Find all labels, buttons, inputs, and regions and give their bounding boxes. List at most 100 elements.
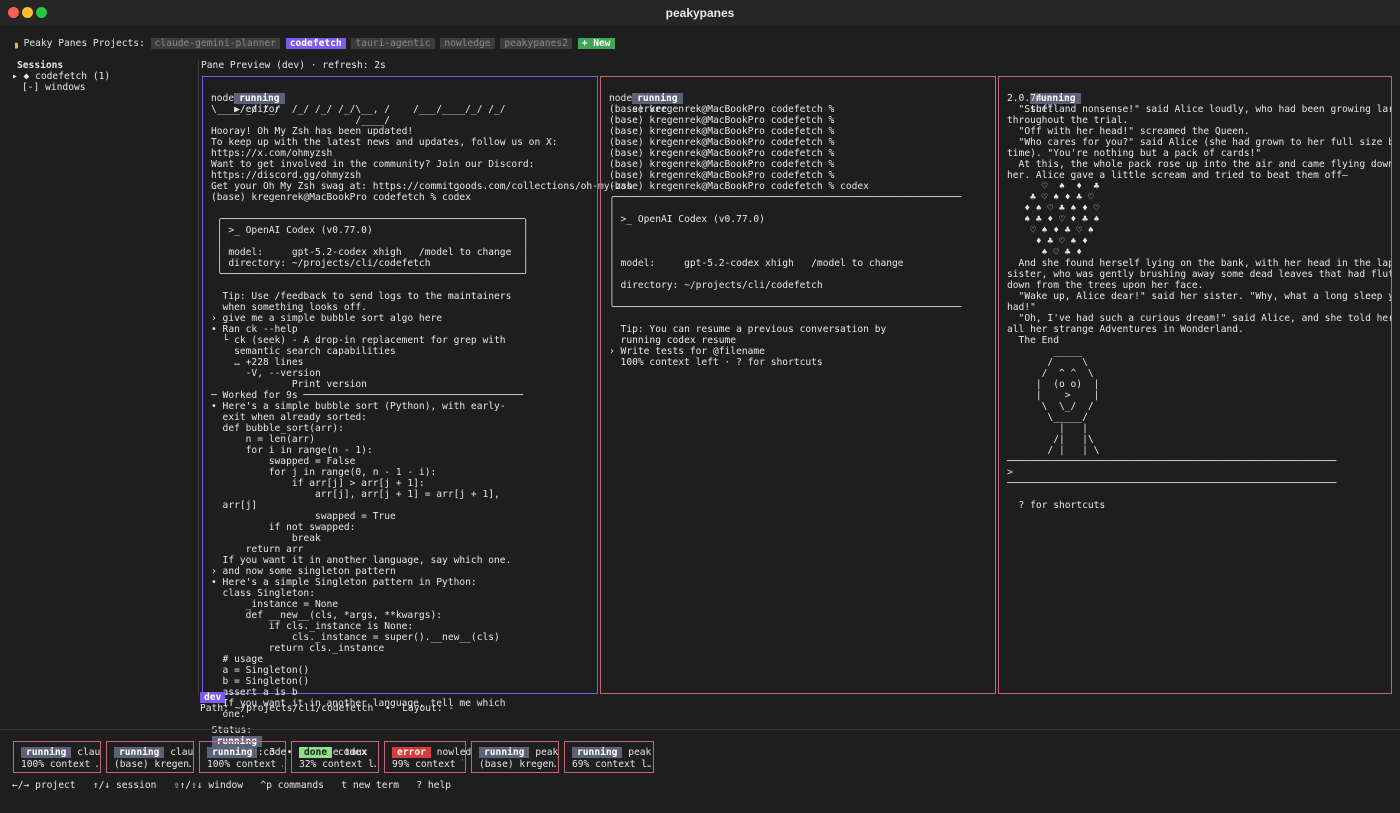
terminal-line: return cls._instance [211,643,385,654]
terminal-line: … +228 lines [211,357,304,368]
terminal-line: /| |\ [1007,434,1094,445]
terminal-line: └ ck (seek) - A drop-in replacement for … [211,335,506,346]
terminal-line: "Off with her head!" screamed the Queen. [1007,126,1250,137]
terminal-line: ────────────────────────────────────────… [1007,456,1337,467]
terminal-line: return arr [211,544,304,555]
terminal-line: (base) kregenrek@MacBookPro codefetch % … [609,181,869,192]
project-tabs: claude-gemini-planner codefetch tauri-ag… [150,38,578,49]
project-tab-tauri-agentic[interactable]: tauri-agentic [351,38,435,49]
terminal-line: │ [609,269,615,280]
terminal-line: │ directory: ~/projects/cli/codefetch │ [211,258,529,269]
terminal-line: cls._instance = super().__new__(cls) [211,632,500,643]
terminal-line: ♦ ♠ ♡ ♣ ♠ ♦ ♡ [1007,203,1100,214]
terminal-line: Get your Oh My Zsh swag at: https://comm… [211,181,633,192]
terminal-line: def bubble_sort(arr): [211,423,344,434]
terminal-line: To keep up with the latest news and upda… [211,137,558,148]
project-tab-codefetch[interactable]: codefetch [285,38,346,49]
pane-output: node (base) kregenrek@MacBookPro codefetc… [609,93,961,368]
sidebar-divider [198,60,199,695]
pane-card[interactable]: error nowled99% context l… [384,741,471,773]
terminal-line: if arr[j] > arr[j + 1]: [211,478,425,489]
project-tab-nowledge[interactable]: nowledge [440,38,495,49]
pane-editor[interactable]: running ▶ editor node \____/_/ /_/ /_/ /_… [202,76,633,720]
terminal-line: node [609,93,633,104]
terminal-line: │ [609,291,615,302]
terminal-line: • Here's a simple Singleton pattern in P… [211,577,477,588]
card-detail: 99% context l… [392,759,463,770]
terminal-line: throughout the trial. [1007,115,1129,126]
card-name: clau [170,747,194,758]
terminal-line: _____ [1007,346,1083,357]
terminal-line: Tip: Use /feedback to send logs to the m… [211,291,512,302]
window-title: peakypanes [665,6,735,20]
terminal-line: │ │ [211,236,529,247]
terminal-line: > [1007,467,1013,478]
help-hint: ? help [416,780,452,791]
terminal-line: (base) kregenrek@MacBookPro codefetch % [609,148,835,159]
terminal-line: ♦ ♣ ♡ ♠ ♦ [1007,236,1088,247]
terminal-line: • Ran ck --help [211,324,298,335]
terminal-line: If you want it in another language, say … [211,555,512,566]
help-hint: ⇧↑/⇧↓ window [173,780,244,791]
terminal-line: ♠ ♡ ♣ ♦ [1007,247,1083,258]
terminal-line: • Here's a simple bubble sort (Python), … [211,401,506,412]
terminal-line: (base) kregenrek@MacBookPro codefetch % [609,104,835,115]
terminal-line: arr[j] [211,500,258,511]
pane-card[interactable]: done codex 32% context l… [291,741,379,773]
pane-shell[interactable]: running shell 2.0.74 "Stuff and nonsense… [998,76,1392,694]
terminal-line: ╰───────────────────────────────────────… [609,302,962,313]
status-label: Status: [211,725,252,736]
pane-output: 2.0.74 "Stuff and nonsense!" said Alice … [1007,93,1392,511]
project-tab-claude-gemini-planner[interactable]: claude-gemini-planner [150,38,280,49]
terminal-line: her. Alice gave a little scream and trie… [1007,170,1348,181]
pane-card[interactable]: running peak (base) kregen… [471,741,559,773]
window-tag[interactable]: dev [200,692,226,703]
terminal-line: /____/ [211,115,391,126]
pane-card[interactable]: running code 100% context … [199,741,286,773]
terminal-line: -V, --version [211,368,321,379]
pane-output: node \____/_/ /_/ /_/ /_/ /_/\__, / /___/… [211,93,633,720]
terminal-line: │ model: gpt-5.2-codex xhigh /model to c… [609,258,904,269]
terminal-line: / \ [1007,357,1088,368]
pane-card[interactable]: running clau (base) kregen… [106,741,194,773]
terminal-line: │ >_ OpenAI Codex (v0.77.0) │ [211,225,529,236]
card-detail: 100% context … [21,759,98,770]
pane-server[interactable]: running server node (base) kregenrek@MacB… [600,76,996,694]
help-hint: ↑/↓ session [92,780,157,791]
pane-card[interactable]: running clau 100% context … [13,741,101,773]
session-windows-item[interactable]: [-] windows [22,82,86,93]
card-name: peak [628,747,652,758]
terminal-line: swapped = False [211,456,356,467]
terminal-line: # usage [211,654,263,665]
terminal-line: Print version [211,379,367,390]
terminal-line: all her strange Adventures in Wonderland… [1007,324,1244,335]
terminal-line: › and now some singleton pattern [211,566,396,577]
pane-card[interactable]: running peak 69% context l… [564,741,654,773]
project-icon: ▗ [12,38,18,49]
terminal-line: exit when already sorted: [211,412,367,423]
card-detail: (base) kregen… [479,759,556,770]
terminal-line: ♡ ♠ ♦ ♣ [1007,181,1100,192]
terminal-line: ╭───────────────────────────────────────… [211,214,529,225]
card-detail: 32% context l… [299,759,376,770]
terminal-line: │ model: gpt-5.2-codex xhigh /model to c… [211,247,529,258]
card-name: codex [337,747,367,758]
terminal-line: (base) kregenrek@MacBookPro codefetch % [609,115,835,126]
card-status-badge: running [207,747,258,758]
terminal-line: down from the trees upon her face. [1007,280,1204,291]
terminal-line: had!" [1007,302,1036,313]
session-item-codefetch[interactable]: ▸ ◆ codefetch (1) [12,71,110,82]
terminal-line: _instance = None [211,599,339,610]
sessions-header: Sessions [17,60,64,71]
card-status-badge: running [114,747,165,758]
project-tab-peakypanes2[interactable]: peakypanes2 [500,38,572,49]
card-detail: 100% context … [207,759,283,770]
terminal-line: break [211,533,321,544]
terminal-line: "Stuff and nonsense!" said Alice loudly,… [1007,104,1392,115]
new-project-button[interactable]: + New [577,38,615,49]
card-status-badge: running [572,747,623,758]
card-detail: (base) kregen… [114,759,191,770]
bottom-divider [0,729,1400,730]
